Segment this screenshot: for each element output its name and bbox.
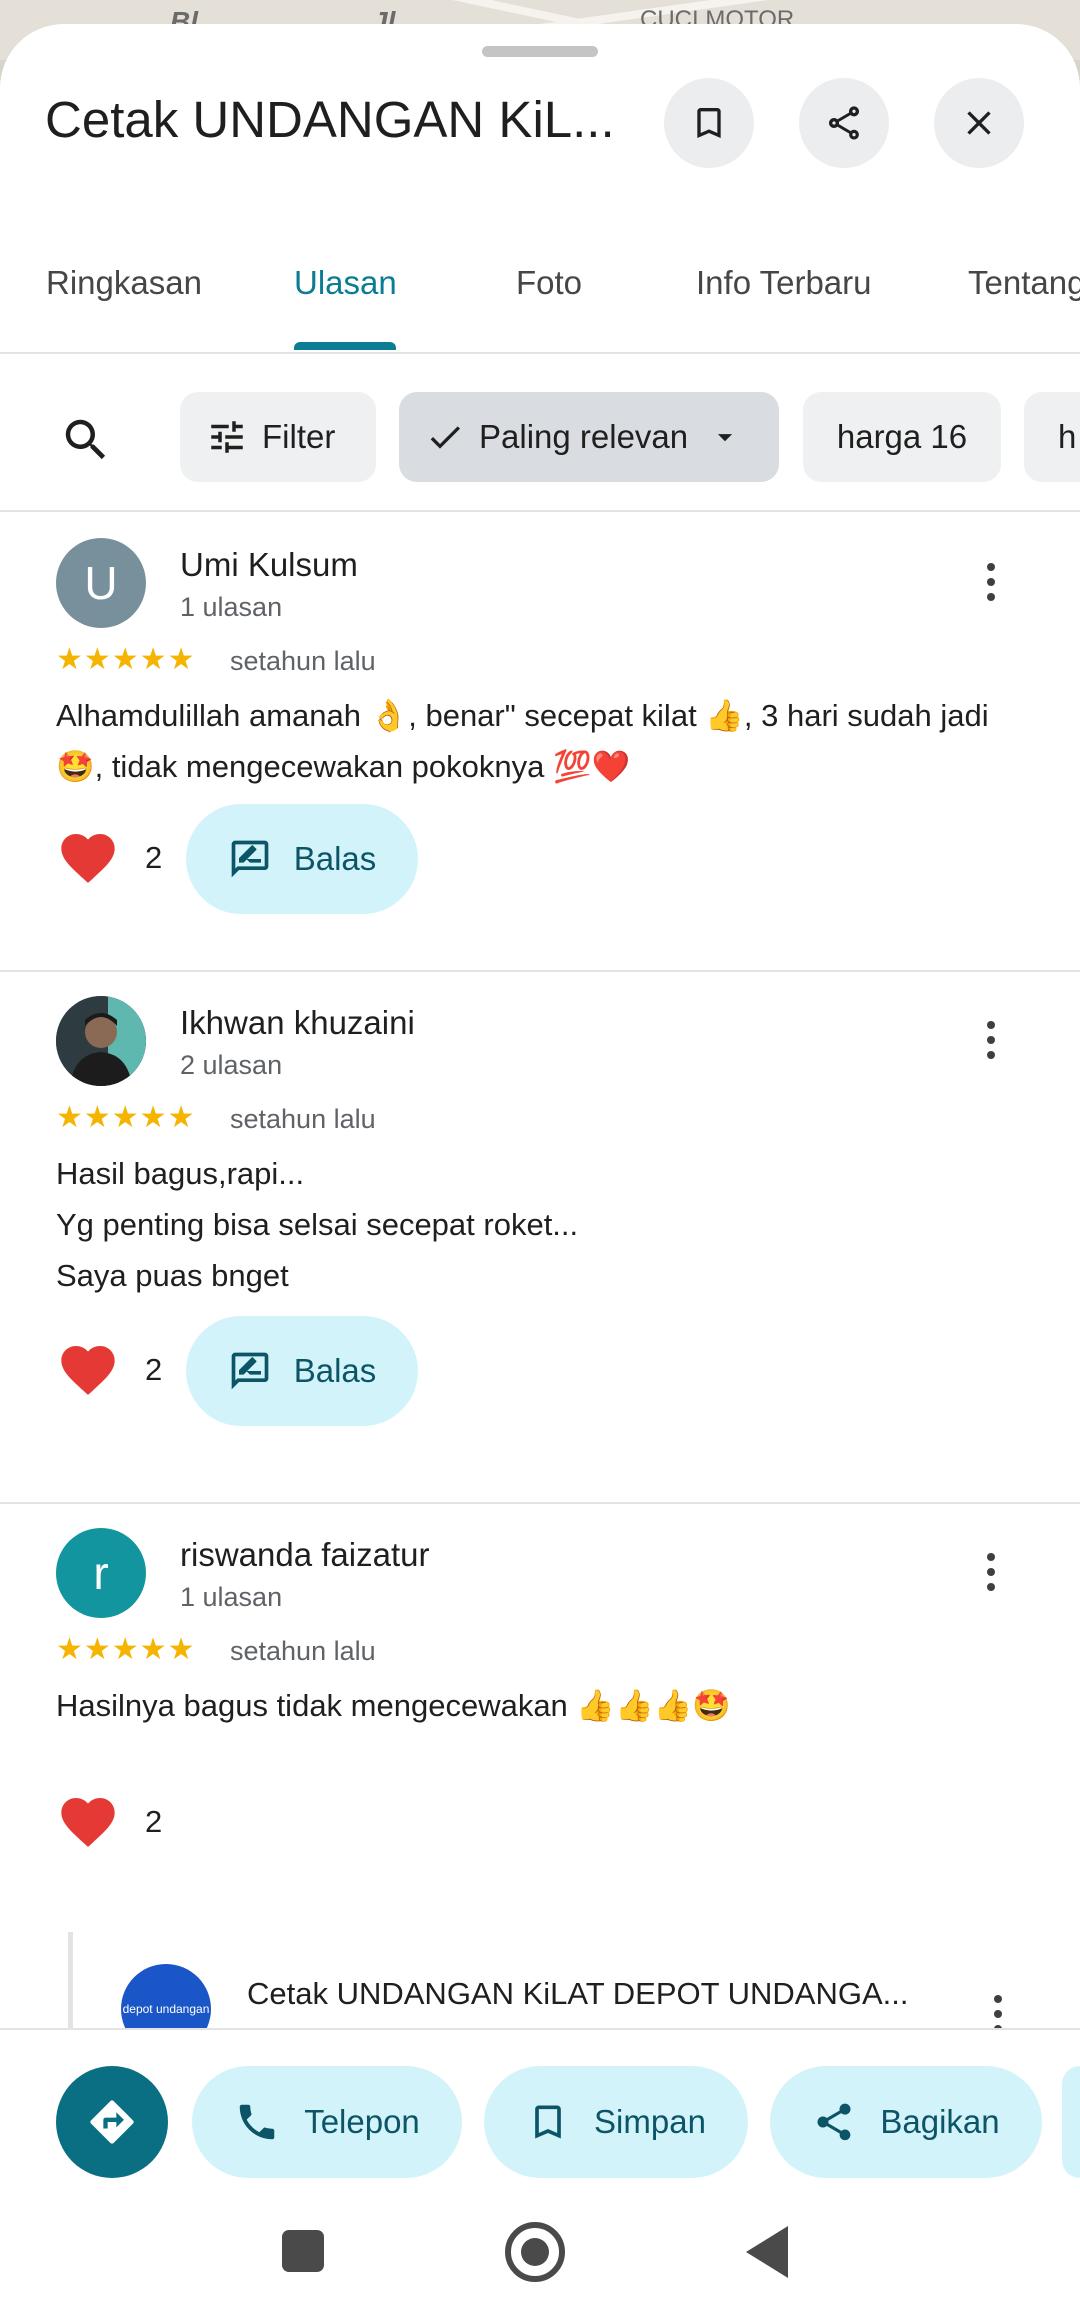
review-date: setahun lalu — [230, 646, 376, 676]
reviewer-review-count: 1 ulasan — [180, 592, 283, 622]
share-label: Bagikan — [880, 2103, 1000, 2140]
avatar[interactable] — [56, 996, 146, 1086]
place-sheet: Cetak UNDANGAN KiL... Ringkasan Ulasan F… — [0, 24, 1080, 2298]
review-filter-bar: Filter Paling relevan harga 16 h — [0, 354, 1080, 512]
tune-icon — [211, 421, 243, 453]
place-title: Cetak UNDANGAN KiL... — [45, 91, 615, 148]
more-actions-button[interactable] — [1062, 2066, 1080, 2178]
directions-icon — [90, 2100, 134, 2144]
like-count: 2 — [145, 840, 163, 875]
bookmark-icon — [697, 108, 721, 138]
share-icon — [829, 106, 859, 140]
profile-photo-icon — [56, 996, 146, 1086]
call-button[interactable]: Telepon — [192, 2066, 462, 2178]
owner-name: Cetak UNDANGAN KiLAT DEPOT UNDANGA... — [247, 1976, 909, 2011]
reviewer-review-count: 2 ulasan — [180, 1050, 283, 1080]
topic-chip[interactable]: h — [1024, 392, 1080, 482]
star-rating: ★★★★★ — [56, 643, 196, 676]
home-button[interactable] — [505, 2222, 565, 2282]
heart-icon[interactable] — [56, 1338, 120, 1402]
reviewer-name[interactable]: riswanda faizatur — [180, 1536, 429, 1574]
more-options-button[interactable] — [974, 552, 1008, 612]
tab-bar: Ringkasan Ulasan Foto Info Terbaru Tenta… — [0, 224, 1080, 354]
save-label: Simpan — [594, 2103, 706, 2140]
avatar[interactable]: U — [56, 538, 146, 628]
sort-label: Paling relevan — [479, 418, 689, 455]
review-card: U Umi Kulsum 1 ulasan ★★★★★ setahun lalu… — [0, 514, 1080, 972]
review-text-line: Saya puas bnget — [56, 1258, 289, 1293]
tab-info-terbaru[interactable]: Info Terbaru — [696, 264, 872, 302]
call-label: Telepon — [304, 2103, 420, 2140]
reviewer-review-count: 1 ulasan — [180, 1582, 283, 1612]
review-card: Ikhwan khuzaini 2 ulasan ★★★★★ setahun l… — [0, 972, 1080, 1504]
topic-chip-label: h — [1058, 418, 1077, 455]
review-text: Hasilnya bagus tidak mengecewakan 👍👍👍🤩 — [56, 1688, 731, 1723]
review-text: Alhamdulillah amanah 👌, benar" secepat k… — [56, 698, 989, 784]
avatar[interactable]: r — [56, 1528, 146, 1618]
owner-reply: depot undangan Cetak UNDANGAN KiLAT DEPO… — [68, 1932, 1068, 2054]
recents-button[interactable] — [282, 2230, 324, 2272]
save-button[interactable] — [664, 78, 754, 168]
close-button[interactable] — [934, 78, 1024, 168]
filter-chip[interactable]: Filter — [180, 392, 376, 482]
reply-label: Balas — [293, 1352, 377, 1389]
topic-chip-harga[interactable]: harga 16 — [803, 392, 1001, 482]
heart-icon[interactable] — [56, 826, 120, 890]
directions-button[interactable] — [56, 2066, 168, 2178]
rate-review-icon — [231, 1352, 269, 1390]
tab-tentang[interactable]: Tentang — [968, 264, 1080, 302]
search-reviews-button[interactable] — [58, 412, 114, 468]
active-tab-indicator — [294, 342, 396, 350]
share-button[interactable] — [799, 78, 889, 168]
rate-review-icon — [231, 840, 269, 878]
reply-label: Balas — [293, 840, 377, 877]
filter-label: Filter — [262, 418, 336, 455]
reply-button[interactable]: Balas — [186, 804, 418, 914]
more-options-button[interactable] — [974, 1010, 1008, 1070]
bookmark-icon — [535, 2105, 561, 2139]
tab-ringkasan[interactable]: Ringkasan — [46, 264, 202, 302]
tab-foto[interactable]: Foto — [516, 264, 582, 302]
sort-chip[interactable]: Paling relevan — [399, 392, 779, 482]
save-place-button[interactable]: Simpan — [484, 2066, 748, 2178]
back-button[interactable] — [746, 2226, 788, 2278]
search-icon — [65, 419, 106, 460]
review-text-line: Yg penting bisa selsai secepat roket... — [56, 1207, 579, 1242]
phone-icon — [239, 2104, 275, 2140]
dropdown-arrow-icon — [718, 434, 733, 442]
review-text: Hasil bagus,rapi... Yg penting bisa sels… — [56, 1148, 1036, 1301]
like-count: 2 — [145, 1804, 163, 1839]
system-nav-bar — [0, 2204, 1080, 2298]
star-rating: ★★★★★ — [56, 1101, 196, 1134]
share-icon — [817, 2103, 851, 2141]
topic-chip-label: harga 16 — [836, 418, 968, 455]
check-icon — [430, 426, 460, 449]
review-date: setahun lalu — [230, 1104, 376, 1134]
tab-ulasan[interactable]: Ulasan — [294, 264, 397, 302]
reviewer-name[interactable]: Umi Kulsum — [180, 546, 358, 584]
heart-icon[interactable] — [56, 1790, 120, 1854]
drag-handle[interactable] — [482, 46, 598, 57]
review-date: setahun lalu — [230, 1636, 376, 1666]
close-icon — [967, 111, 991, 135]
more-options-button[interactable] — [974, 1542, 1008, 1602]
reply-button[interactable]: Balas — [186, 1316, 418, 1426]
review-text-line: Hasil bagus,rapi... — [56, 1156, 305, 1191]
star-rating: ★★★★★ — [56, 1633, 196, 1666]
reviewer-name[interactable]: Ikhwan khuzaini — [180, 1004, 415, 1042]
like-count: 2 — [145, 1352, 163, 1387]
share-place-button[interactable]: Bagikan — [770, 2066, 1042, 2178]
